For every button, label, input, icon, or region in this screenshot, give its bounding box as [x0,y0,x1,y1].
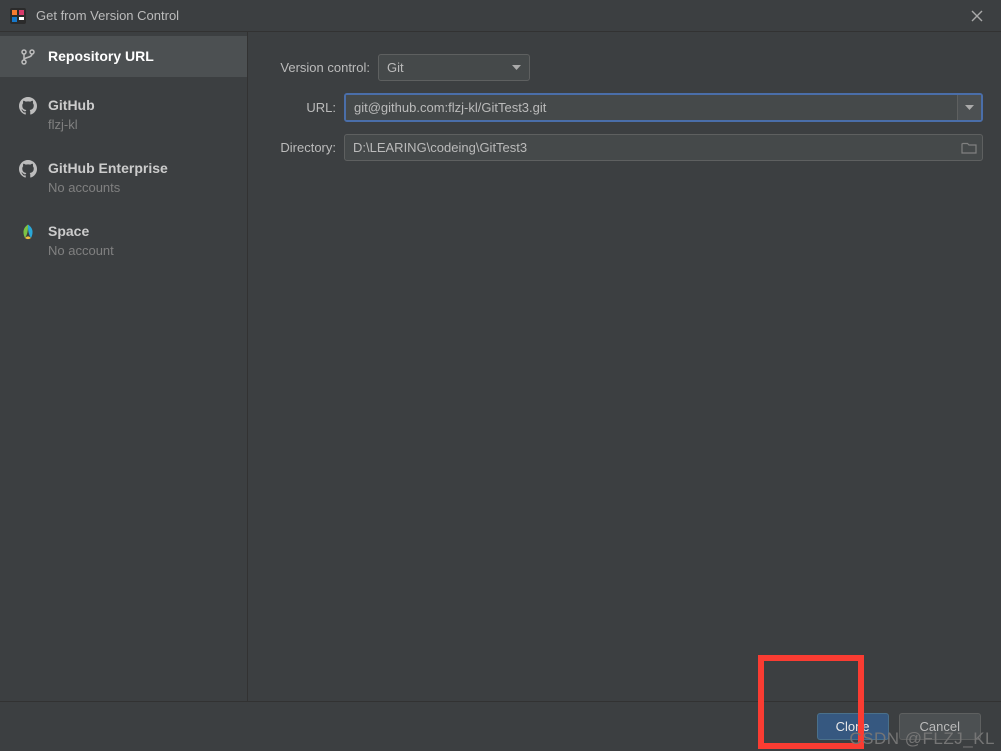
space-icon [18,222,38,242]
sidebar-item-github-enterprise[interactable]: GitHub Enterprise No accounts [0,140,247,203]
window-title: Get from Version Control [36,8,963,23]
version-control-value: Git [387,60,482,75]
footer: Clone Cancel [0,701,1001,751]
sidebar-item-sub: flzj-kl [48,117,95,132]
titlebar: Get from Version Control [0,0,1001,32]
chevron-down-icon [965,105,974,111]
browse-directory-button[interactable] [956,135,982,160]
url-field-wrap [344,93,983,122]
url-row: URL: [258,93,983,122]
github-icon [18,159,38,179]
sidebar: Repository URL GitHub flzj-kl GitHub Ent… [0,32,248,701]
chevron-down-icon [512,65,521,71]
sidebar-item-github[interactable]: GitHub flzj-kl [0,77,247,140]
app-icon [10,8,26,24]
url-input[interactable] [346,95,957,120]
version-control-row: Version control: Git [258,54,983,81]
main-panel: Version control: Git URL: [248,32,1001,701]
sidebar-item-sub: No account [48,243,114,258]
sidebar-item-label: GitHub Enterprise [48,158,168,178]
body: Repository URL GitHub flzj-kl GitHub Ent… [0,32,1001,701]
directory-input[interactable] [345,135,956,160]
sidebar-item-repository-url[interactable]: Repository URL [0,36,247,77]
directory-label: Directory: [258,140,344,155]
url-label: URL: [258,100,344,115]
directory-field-wrap [344,134,983,161]
sidebar-item-label: GitHub [48,95,95,115]
sidebar-item-label: Space [48,221,114,241]
github-icon [18,96,38,116]
version-control-label: Version control: [258,60,378,75]
sidebar-item-sub: No accounts [48,180,168,195]
folder-icon [961,141,977,155]
directory-row: Directory: [258,134,983,161]
branch-icon [18,47,38,67]
sidebar-item-label: Repository URL [48,46,154,66]
close-button[interactable] [963,2,991,30]
sidebar-item-space[interactable]: Space No account [0,203,247,266]
cancel-button[interactable]: Cancel [899,713,981,740]
clone-button[interactable]: Clone [817,713,889,740]
url-history-button[interactable] [957,95,981,120]
version-control-combo[interactable]: Git [378,54,530,81]
